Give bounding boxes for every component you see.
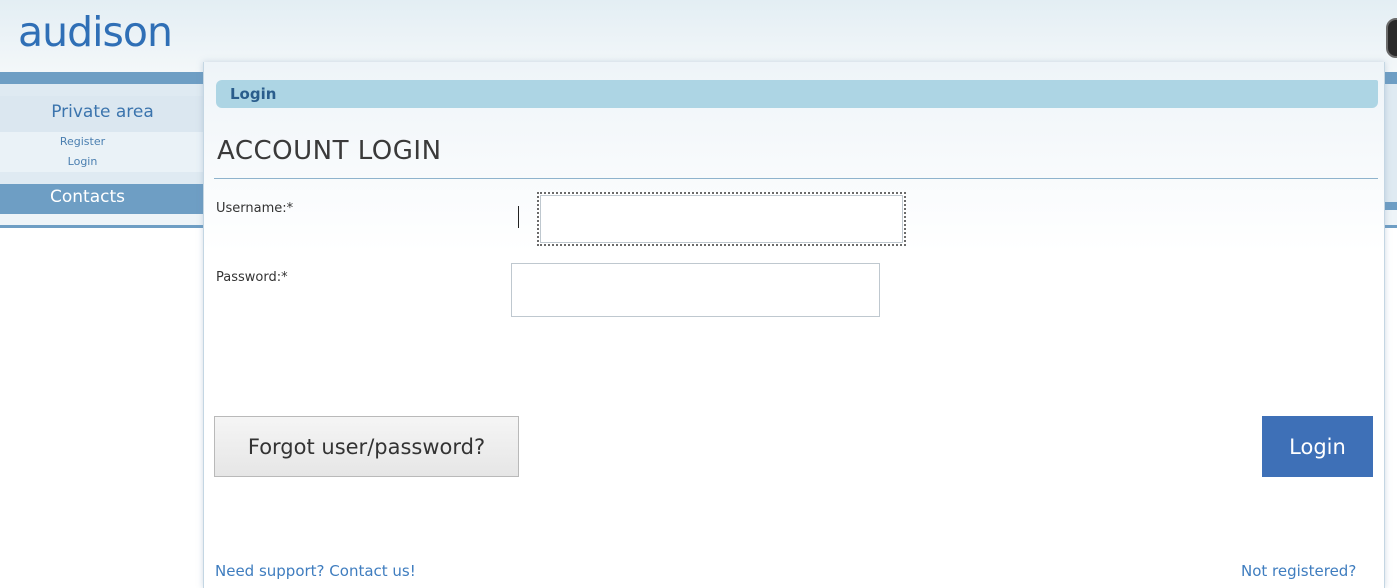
support-link[interactable]: Need support? Contact us! [215,562,416,580]
forgot-password-button[interactable]: Forgot user/password? [214,416,519,477]
sidebar-item-register[interactable]: Register [0,132,205,152]
sidebar-item-contacts[interactable]: Contacts [0,184,205,214]
page-title: ACCOUNT LOGIN [217,136,442,166]
sidebar-item-login[interactable]: Login [0,152,205,172]
title-divider [214,178,1378,179]
login-button[interactable]: Login [1262,416,1373,477]
username-label: Username:* [216,201,294,216]
password-label: Password:* [216,270,288,285]
breadcrumb: Login [216,80,1378,108]
text-cursor [518,206,519,228]
username-field[interactable] [537,192,906,246]
sidebar-item-private-area[interactable]: Private area [0,96,205,132]
corner-brand-icon [1386,18,1397,58]
audison-logo[interactable]: audison [18,8,173,56]
page: audison Private area Register Login Cont… [0,0,1397,588]
password-field[interactable] [511,263,880,317]
sidebar: Private area Register Login Contacts [0,96,205,214]
login-panel: Login ACCOUNT LOGIN Username:* Password:… [203,62,1385,588]
register-link[interactable]: Not registered? [1241,562,1356,580]
